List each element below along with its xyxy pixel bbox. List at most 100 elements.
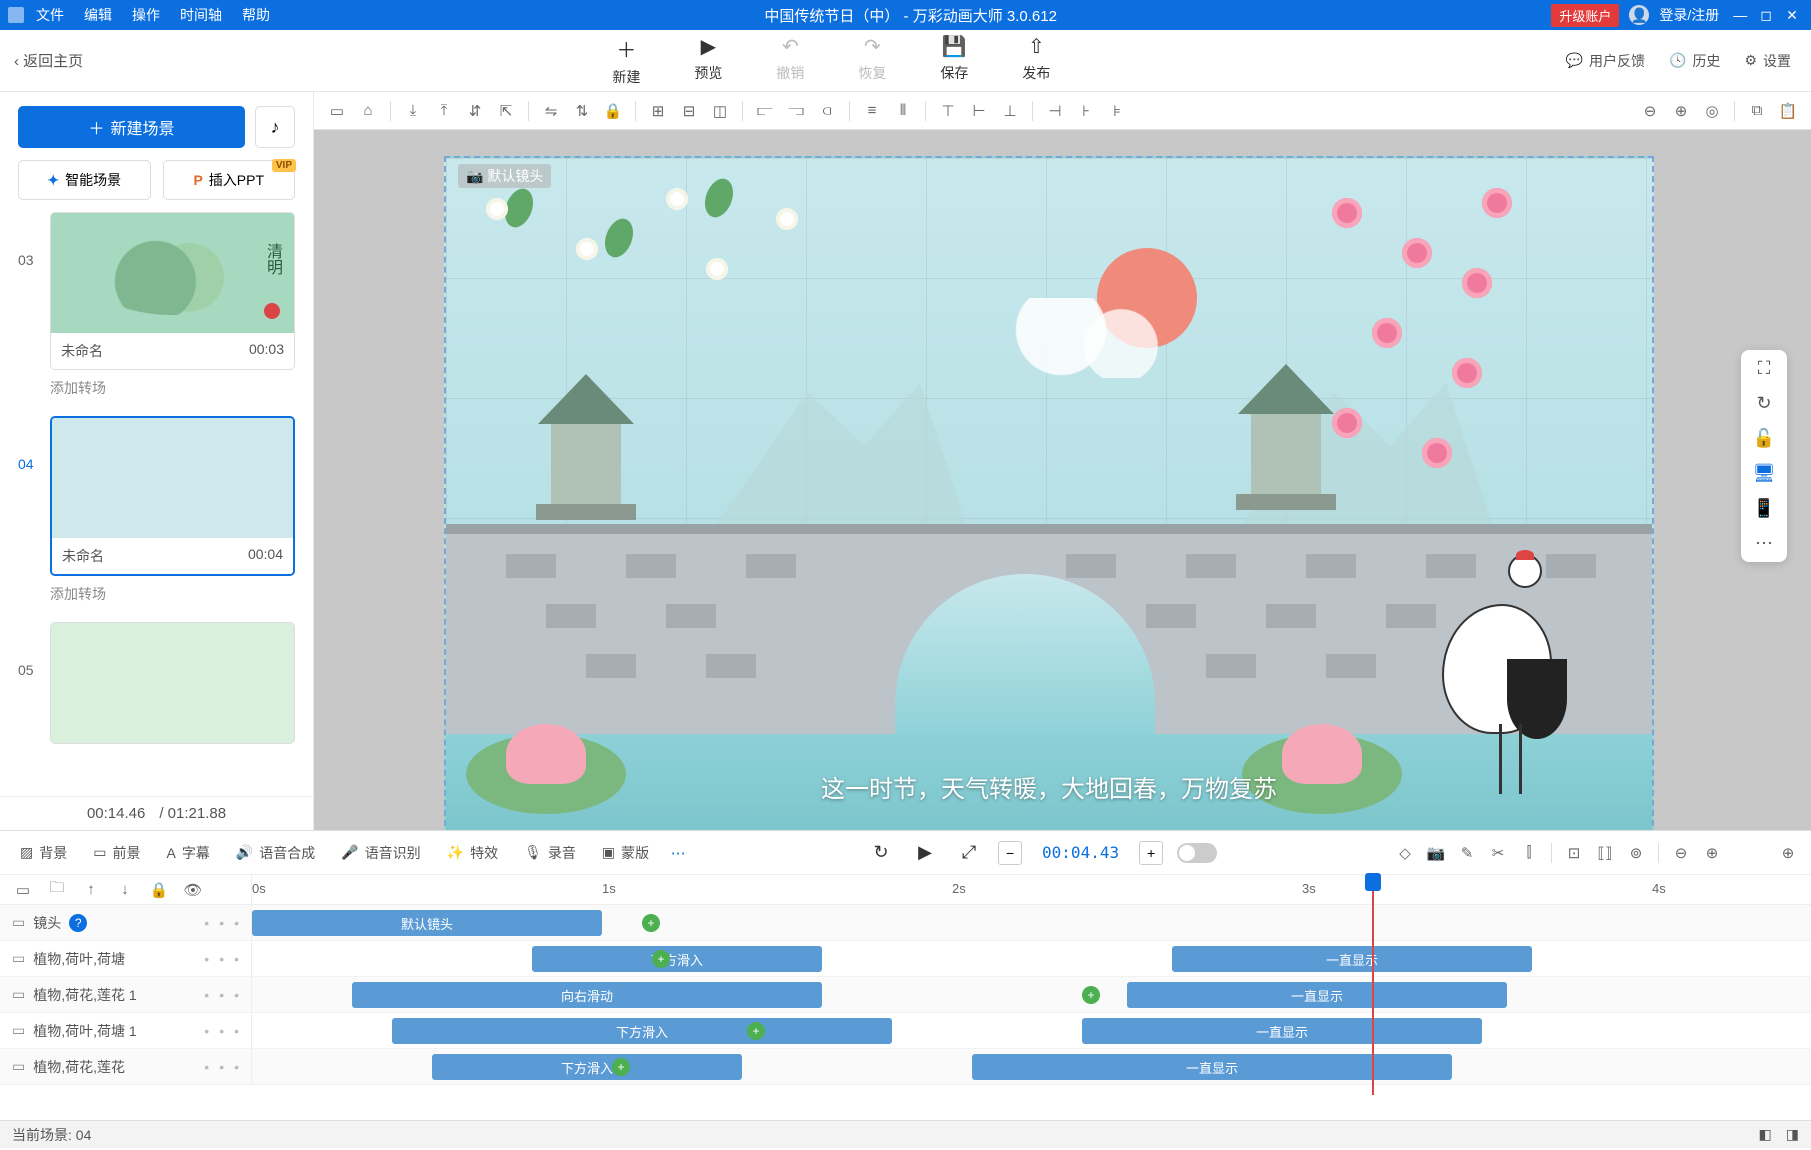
play-button[interactable]: ▶	[910, 838, 940, 868]
tab-mask[interactable]: ▣蒙版	[592, 839, 659, 867]
scene-card-05[interactable]	[50, 622, 295, 744]
track-dot[interactable]: •	[204, 987, 209, 1003]
track-dot[interactable]: •	[204, 915, 209, 931]
expand-right-icon[interactable]: ◨	[1786, 1126, 1799, 1143]
timeline-clip[interactable]: 向右滑动	[352, 982, 822, 1008]
feedback-button[interactable]: 💬用户反馈	[1566, 51, 1645, 71]
timeline-clip[interactable]: 下方滑入	[392, 1018, 892, 1044]
scene-card-03[interactable]: 清明 未命名00:03	[50, 212, 295, 370]
align-middle-icon[interactable]: ⇵	[462, 98, 488, 124]
keyframe-marker[interactable]: +	[1082, 986, 1100, 1004]
snap-toggle[interactable]	[1177, 843, 1217, 863]
zoom-in-icon[interactable]: ⊕	[1668, 98, 1694, 124]
track-name[interactable]: ▭植物,荷花,莲花 1•••	[0, 977, 252, 1012]
music-button[interactable]: ♪	[255, 106, 295, 148]
timeline-ruler[interactable]: 0s 1s 2s 3s 4s	[252, 875, 1811, 904]
history-button[interactable]: 🕓历史	[1669, 51, 1720, 71]
track-dot[interactable]: •	[234, 987, 239, 1003]
track-dot[interactable]: •	[219, 915, 224, 931]
fullscreen-icon[interactable]: ⛶	[1758, 358, 1771, 379]
track-name[interactable]: ▭镜头?•••	[0, 905, 252, 940]
lock-icon[interactable]: 🔒	[600, 98, 626, 124]
keyframe-marker[interactable]: +	[652, 950, 670, 968]
track-dot[interactable]: •	[204, 1023, 209, 1039]
track-lane[interactable]: 默认镜头 +	[252, 905, 1811, 940]
keyframe-marker[interactable]: +	[747, 1022, 765, 1040]
tab-foreground[interactable]: ▭前景	[83, 839, 150, 867]
settings-button[interactable]: ⚙设置	[1744, 51, 1791, 71]
minimize-icon[interactable]: —	[1729, 7, 1751, 23]
paste-icon[interactable]: 📋	[1775, 98, 1801, 124]
timeline-clip[interactable]: 一直显示	[972, 1054, 1452, 1080]
keyframe-tool-icon[interactable]: ◇	[1392, 840, 1418, 866]
timeline-clip[interactable]: 默认镜头	[252, 910, 602, 936]
unlock-icon[interactable]: 🔓	[1753, 428, 1775, 449]
track-dot[interactable]: •	[234, 1059, 239, 1075]
track-dot[interactable]: •	[204, 1059, 209, 1075]
group-icon[interactable]: ⊞	[645, 98, 671, 124]
time-minus-button[interactable]: −	[998, 841, 1022, 865]
tab-tts[interactable]: 🔊语音合成	[226, 839, 325, 867]
ungroup-icon[interactable]: ⊟	[676, 98, 702, 124]
zoom-out-icon[interactable]: ⊖	[1637, 98, 1663, 124]
track-dot[interactable]: •	[234, 951, 239, 967]
new-scene-button[interactable]: ＋ 新建场景	[18, 106, 245, 148]
distribute-icon[interactable]: ◫	[707, 98, 733, 124]
rotate-icon[interactable]: ↻	[1756, 393, 1771, 414]
range-tool-icon[interactable]: ⟦⟧	[1592, 840, 1618, 866]
halign-left-icon[interactable]: ⊣	[1042, 98, 1068, 124]
expand-left-icon[interactable]: ◧	[1759, 1126, 1772, 1143]
keyframe-marker[interactable]: +	[612, 1058, 630, 1076]
up-icon[interactable]: ↑	[78, 877, 104, 903]
save-action[interactable]: 💾保存	[940, 34, 968, 87]
dist-h-icon[interactable]: ≡	[859, 98, 885, 124]
insert-ppt-button[interactable]: P插入PPTVIP	[163, 160, 296, 200]
keyframe-marker[interactable]: +	[642, 914, 660, 932]
track-dot[interactable]: •	[219, 987, 224, 1003]
timeline-clip[interactable]: 一直显示	[1127, 982, 1507, 1008]
track-dot[interactable]: •	[219, 1059, 224, 1075]
undo-action[interactable]: ↶撤销	[776, 34, 804, 87]
track-name[interactable]: ▭植物,荷叶,荷塘 1•••	[0, 1013, 252, 1048]
camera-tool-icon[interactable]: 📷	[1423, 840, 1449, 866]
lock-track-icon[interactable]: 🔒	[146, 877, 172, 903]
more-tabs-icon[interactable]: ⋯	[665, 840, 691, 866]
preview-action[interactable]: ▶预览	[694, 34, 722, 87]
timeline-clip[interactable]: 下方滑入	[432, 1054, 742, 1080]
valign-bot-icon[interactable]: ⊥	[997, 98, 1023, 124]
track-dot[interactable]: •	[219, 951, 224, 967]
rewind-button[interactable]: ↻	[866, 838, 896, 868]
canvas-stage[interactable]: 📷 默认镜头	[444, 156, 1654, 830]
scene-card-04[interactable]: 未命名00:04	[50, 416, 295, 576]
edit-tool-icon[interactable]: ✎	[1454, 840, 1480, 866]
align-left-icon[interactable]: ⫍	[752, 98, 778, 124]
more-icon[interactable]: ⋯	[1755, 533, 1773, 554]
flip-h-icon[interactable]: ⇋	[538, 98, 564, 124]
add-layer-icon[interactable]: ▭	[10, 877, 36, 903]
track-lane[interactable]: 向右滑动 一直显示 +	[252, 977, 1811, 1012]
smart-scene-button[interactable]: ✦智能场景	[18, 160, 151, 200]
time-plus-button[interactable]: +	[1139, 841, 1163, 865]
track-dot[interactable]: •	[204, 951, 209, 967]
track-dot[interactable]: •	[219, 1023, 224, 1039]
tl-zoom-in-icon[interactable]: ⊕	[1699, 840, 1725, 866]
valign-top-icon[interactable]: ⊤	[935, 98, 961, 124]
publish-action[interactable]: ⇧发布	[1022, 34, 1050, 87]
menu-edit[interactable]: 编辑	[84, 5, 112, 25]
playhead-handle[interactable]	[1365, 873, 1381, 891]
menu-file[interactable]: 文件	[36, 5, 64, 25]
copy-icon[interactable]: ⧉	[1744, 98, 1770, 124]
help-icon[interactable]: ?	[69, 914, 87, 932]
add-track-icon[interactable]: ⊕	[1775, 840, 1801, 866]
dist-v-icon[interactable]: ⫴	[890, 98, 916, 124]
bring-front-icon[interactable]: ⇱	[493, 98, 519, 124]
track-lane[interactable]: 下方滑入 一直显示 +	[252, 1049, 1811, 1084]
align-center-icon[interactable]: ⫎	[783, 98, 809, 124]
back-home-button[interactable]: ‹ 返回主页	[0, 50, 97, 71]
zoom-fit-icon[interactable]: ◎	[1699, 98, 1725, 124]
menu-help[interactable]: 帮助	[242, 5, 270, 25]
tab-subtitle[interactable]: A字幕	[156, 839, 219, 867]
mobile-view-icon[interactable]: 📱	[1753, 498, 1775, 519]
loop-tool-icon[interactable]: ⊚	[1623, 840, 1649, 866]
tl-zoom-out-icon[interactable]: ⊖	[1668, 840, 1694, 866]
